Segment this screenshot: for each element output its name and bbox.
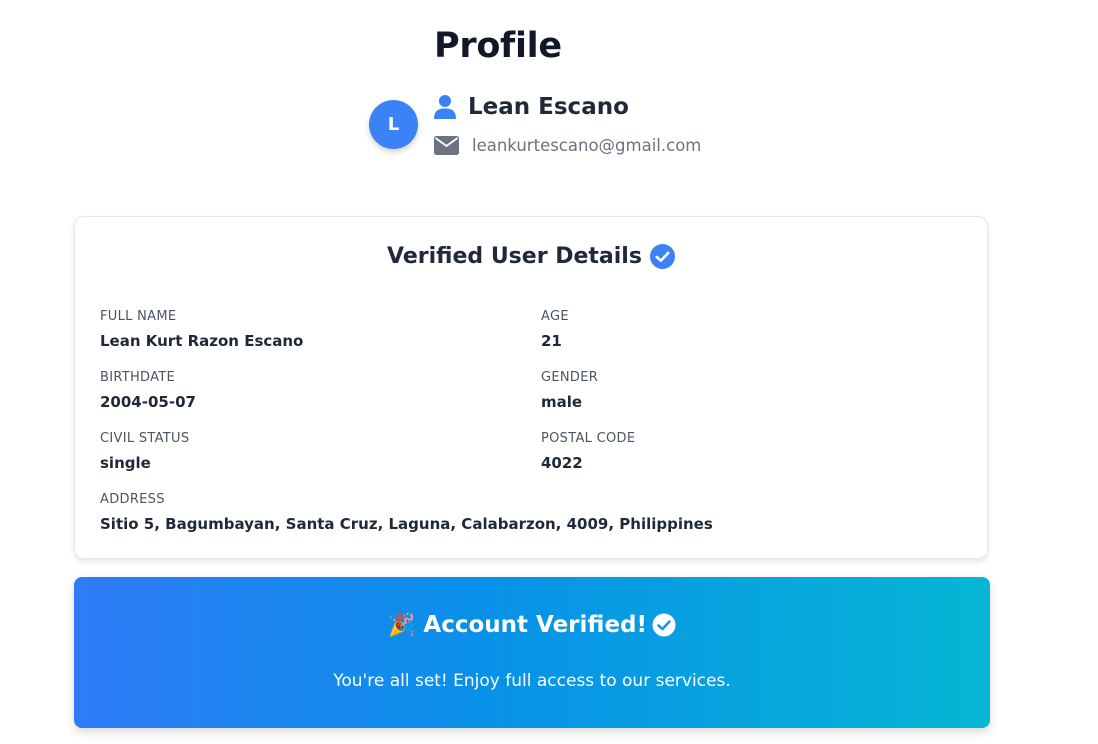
check-circle-icon — [649, 244, 675, 269]
field-postal-code: POSTAL CODE 4022 — [541, 431, 635, 472]
field-label: FULL NAME — [100, 309, 177, 324]
profile-name: Lean Escano — [468, 94, 629, 120]
field-value: male — [541, 393, 583, 411]
field-birthdate: BIRTHDATE 2004-05-07 — [100, 370, 196, 411]
account-verified-banner: 🎉 Account Verified! You're all set! Enjo… — [74, 577, 990, 728]
card-title: Verified User Details — [387, 244, 642, 269]
banner-message: You're all set! Enjoy full access to our… — [333, 671, 731, 691]
profile-email-row: leankurtescano@gmail.com — [434, 133, 701, 157]
field-label: GENDER — [541, 370, 599, 385]
field-gender: GENDER male — [541, 370, 598, 411]
field-value: Sitio 5, Bagumbayan, Santa Cruz, Laguna,… — [100, 515, 713, 533]
envelope-icon — [434, 135, 459, 155]
field-label: POSTAL CODE — [541, 431, 636, 446]
card-header: Verified User Details — [75, 244, 987, 269]
avatar: L — [369, 100, 418, 149]
page-title: Profile — [434, 26, 562, 66]
field-value: 2004-05-07 — [100, 393, 196, 411]
party-popper-icon: 🎉 — [388, 612, 416, 638]
profile-name-row: Lean Escano — [434, 92, 629, 122]
field-label: ADDRESS — [100, 492, 165, 507]
field-value: single — [100, 454, 151, 472]
field-full-name: FULL NAME Lean Kurt Razon Escano — [100, 309, 303, 350]
profile-page: Profile L Lean Escano leankurtescano@gma… — [0, 0, 1098, 744]
profile-email: leankurtescano@gmail.com — [472, 135, 702, 155]
field-age: AGE 21 — [541, 309, 569, 350]
banner-title: Account Verified! — [423, 612, 647, 638]
field-value: 21 — [541, 332, 562, 350]
field-value: Lean Kurt Razon Escano — [100, 332, 304, 350]
field-label: AGE — [541, 309, 569, 324]
banner-header: 🎉 Account Verified! — [74, 612, 990, 638]
field-civil-status: CIVIL STATUS single — [100, 431, 189, 472]
field-address: ADDRESS Sitio 5, Bagumbayan, Santa Cruz,… — [100, 492, 713, 533]
field-label: CIVIL STATUS — [100, 431, 190, 446]
field-value: 4022 — [541, 454, 583, 472]
check-circle-icon — [652, 613, 676, 637]
verified-details-card: Verified User Details FULL NAME Lean Kur… — [74, 216, 988, 559]
field-label: BIRTHDATE — [100, 370, 176, 385]
user-icon — [434, 95, 456, 119]
